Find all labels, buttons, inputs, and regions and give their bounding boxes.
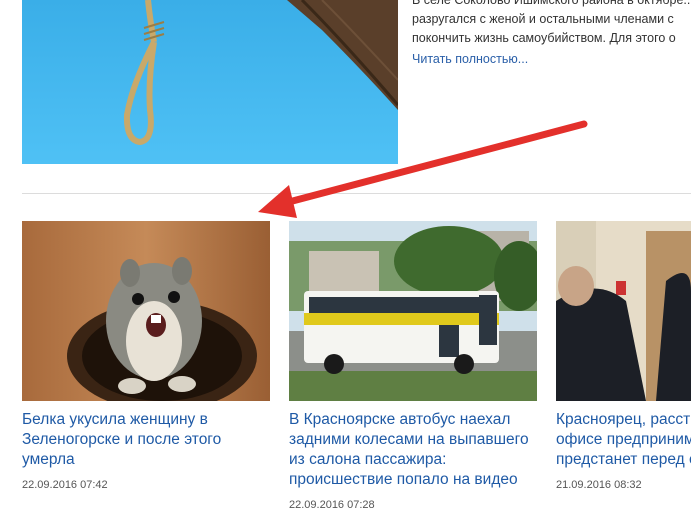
noose-illustration [123, 0, 398, 146]
top-article-image[interactable] [22, 0, 398, 164]
title-line[interactable]: из салона пассажира: [289, 450, 537, 470]
excerpt-line: разругался с женой и остальными членами … [412, 12, 674, 26]
title-line[interactable]: офисе предприним [556, 430, 691, 450]
title-line[interactable]: происшествие попало на видео [289, 470, 537, 490]
divider [22, 193, 691, 194]
bus-illustration [289, 221, 537, 401]
news-card[interactable]: Белка укусила женщину в Зеленогорске и п… [22, 221, 270, 491]
title-line[interactable]: Зеленогорске и после этого [22, 430, 270, 450]
police-illustration [556, 221, 691, 401]
squirrel-illustration [22, 221, 270, 401]
excerpt-line: В селе Соколово Ишимского района в октяб… [412, 0, 691, 7]
title-line[interactable]: Красноярец, расстр [556, 410, 691, 430]
news-card[interactable]: Красноярец, расстр офисе предприним пред… [556, 221, 691, 491]
squirrel-photo[interactable] [22, 221, 270, 401]
news-card[interactable]: В Красноярске автобус наехал задними кол… [289, 221, 537, 511]
title-line[interactable]: задними колесами на выпавшего [289, 430, 537, 450]
news-title[interactable]: Красноярец, расстр офисе предприним пред… [556, 410, 691, 470]
top-article-excerpt: В селе Соколово Ишимского района в октяб… [412, 0, 691, 57]
police-photo[interactable] [556, 221, 691, 401]
news-date: 22.09.2016 07:28 [289, 499, 375, 511]
title-line[interactable]: умерла [22, 450, 270, 470]
news-title[interactable]: В Красноярске автобус наехал задними кол… [289, 410, 537, 490]
read-more-link[interactable]: Читать полностью... [412, 52, 528, 66]
title-line[interactable]: Белка укусила женщину в [22, 410, 270, 430]
news-title[interactable]: Белка укусила женщину в Зеленогорске и п… [22, 410, 270, 470]
news-date: 22.09.2016 07:42 [22, 479, 108, 491]
title-line[interactable]: В Красноярске автобус наехал [289, 410, 537, 430]
title-line[interactable]: предстанет перед с [556, 450, 691, 470]
bus-photo[interactable] [289, 221, 537, 401]
excerpt-line: покончить жизнь самоубийством. Для этого… [412, 31, 676, 45]
news-date: 21.09.2016 08:32 [556, 479, 642, 491]
